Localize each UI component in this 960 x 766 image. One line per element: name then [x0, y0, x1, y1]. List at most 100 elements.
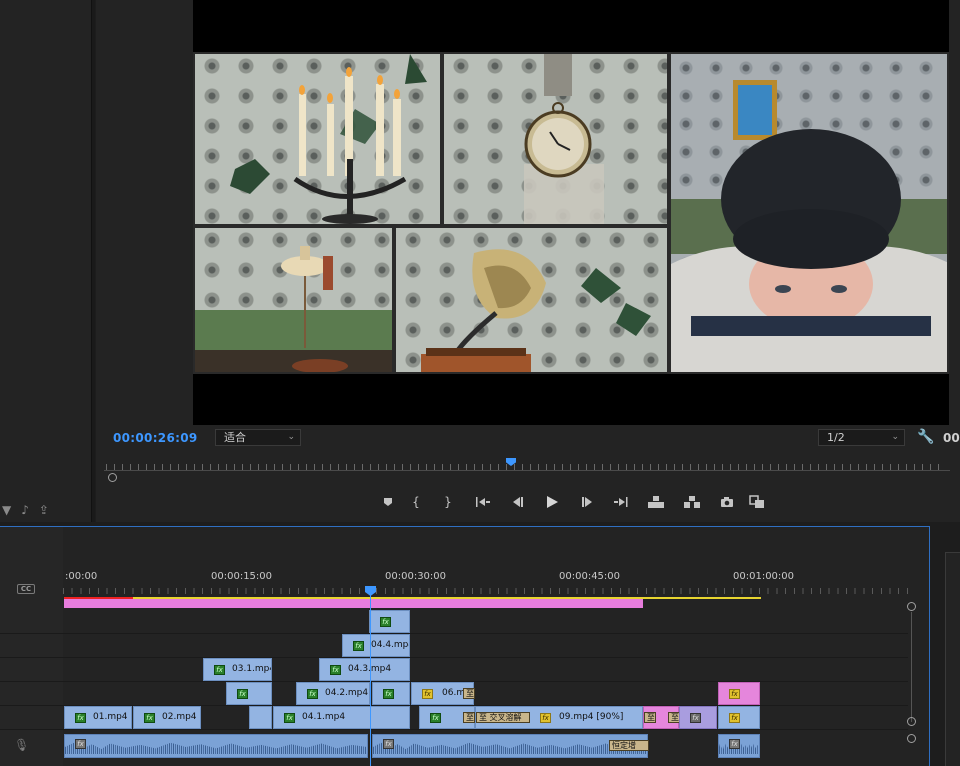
timeline-clip[interactable] — [249, 706, 272, 729]
fx-badge-icon: fx — [383, 689, 394, 699]
duration-timecode: 00 — [943, 431, 960, 445]
fx-badge-icon: fx — [144, 713, 155, 723]
timeline-clip[interactable]: fx 04.4.mp4 — [342, 634, 410, 657]
mark-in-icon[interactable]: { — [400, 493, 432, 511]
fx-badge-icon: fx — [307, 689, 318, 699]
step-back-icon[interactable] — [502, 493, 534, 511]
extract-icon[interactable] — [674, 493, 710, 511]
fx-badge-icon: fx — [284, 713, 295, 723]
timeline-clip[interactable]: fx 04.2.mp4 — [296, 682, 370, 705]
video-panel-pocket-watch — [442, 52, 669, 226]
go-to-in-icon[interactable] — [464, 493, 502, 511]
clip-name: 02.mp4 — [162, 712, 197, 722]
ruler-label: 00:00:30:00 — [385, 571, 447, 582]
audio-note-icon[interactable]: ♪ — [21, 503, 29, 517]
playback-resolution-select[interactable]: 1/2 ⌄ — [818, 429, 905, 446]
timeline-clip[interactable]: fx — [718, 682, 760, 705]
timeline-clip[interactable]: fx — [372, 682, 410, 705]
monitor-control-bar: 00:00:26:09 适合 ⌄ 1/2 ⌄ 🔧 00 — [0, 426, 960, 450]
audio-transition[interactable]: 恒定增 — [609, 740, 649, 751]
fx-badge-icon: fx — [380, 617, 391, 627]
audio-clip[interactable]: fx — [64, 734, 368, 758]
timeline-clip[interactable]: fx — [679, 706, 717, 729]
play-icon[interactable] — [534, 493, 570, 511]
compare-icon[interactable] — [744, 493, 770, 511]
timeline-ruler[interactable]: :00:00 00:00:15:00 00:00:30:00 00:00:45:… — [63, 566, 908, 598]
fx-badge-icon: fx — [383, 739, 394, 749]
clip-name: 04.1.mp4 — [302, 712, 346, 722]
fx-badge-icon: fx — [729, 713, 740, 723]
lift-icon[interactable] — [638, 493, 674, 511]
video-panel-boy — [669, 52, 949, 374]
mark-out-icon[interactable]: } — [432, 493, 464, 511]
audio-meter-panel — [933, 526, 960, 766]
video-panel-gramophone — [394, 226, 669, 374]
fx-badge-icon: fx — [690, 713, 701, 723]
fx-badge-icon: fx — [330, 665, 341, 675]
transport-controls: { } — [376, 492, 770, 512]
timeline-clip[interactable]: fx 01.mp4 — [64, 706, 132, 729]
video-panel-candles — [193, 52, 442, 226]
captions-icon[interactable]: CC — [17, 584, 35, 594]
zoom-level-select[interactable]: 适合 ⌄ — [215, 429, 301, 446]
fx-badge-icon: fx — [430, 713, 441, 723]
ruler-label: 00:00:45:00 — [559, 571, 621, 582]
go-to-out-icon[interactable] — [604, 493, 638, 511]
transition-marker[interactable]: 至 — [644, 712, 656, 723]
playback-resolution-value: 1/2 — [827, 431, 845, 444]
scroll-handle-bottom[interactable] — [907, 717, 916, 726]
clip-name: 09.mp4 [90%] — [559, 712, 624, 722]
audio-clip[interactable]: fx — [718, 734, 760, 758]
clip-name: 04.2.mp4 — [325, 688, 369, 698]
clip-name: 04.4.mp4 — [371, 640, 410, 650]
camera-icon[interactable] — [710, 493, 744, 511]
settings-wrench-icon[interactable]: 🔧 — [917, 429, 934, 445]
fx-badge-icon: fx — [729, 689, 740, 699]
fx-badge-icon: fx — [540, 713, 551, 723]
ruler-label: :00:00 — [65, 571, 98, 582]
fx-badge-icon: fx — [729, 739, 740, 749]
cross-dissolve-transition[interactable]: 至 交叉溶解 — [476, 712, 530, 723]
timeline-clip[interactable]: fx — [226, 682, 272, 705]
fx-badge-icon: fx — [237, 689, 248, 699]
audio-scroll-handle[interactable] — [907, 734, 916, 743]
chevron-down-icon: ⌄ — [287, 432, 295, 442]
fx-badge-icon: fx — [214, 665, 225, 675]
monitor-scrubber[interactable] — [104, 458, 954, 484]
marker-icon[interactable] — [376, 493, 400, 511]
render-bar-yellow — [133, 597, 761, 599]
render-bar-red — [64, 597, 133, 599]
scrubber-zoom-handle[interactable] — [108, 473, 117, 482]
timeline-clip[interactable]: fx — [718, 706, 760, 729]
timeline-clip[interactable]: fx 03.1.mp4 — [203, 658, 272, 681]
timeline-clip[interactable]: fx 04.3.mp4 — [319, 658, 410, 681]
clip-name: 06.m — [442, 688, 466, 698]
transition-marker[interactable]: 至 — [463, 712, 475, 723]
export-icon[interactable]: ⇪ — [39, 503, 49, 517]
playhead-timecode[interactable]: 00:00:26:09 — [113, 431, 198, 445]
timeline-playhead-line[interactable] — [370, 594, 371, 766]
audio-waveform — [65, 742, 367, 754]
scrubber-track — [104, 470, 950, 471]
audio-clip[interactable]: fx — [372, 734, 648, 758]
timeline-clip[interactable]: fx 04.1.mp4 — [273, 706, 410, 729]
zoom-level-value: 适合 — [224, 431, 246, 444]
ruler-label: 00:01:00:00 — [733, 571, 795, 582]
step-forward-icon[interactable] — [570, 493, 604, 511]
audio-waveform — [373, 742, 647, 754]
scroll-handle-top[interactable] — [907, 602, 916, 611]
video-panel-lamp — [193, 226, 394, 374]
timeline-vertical-scrollbar[interactable] — [906, 600, 918, 766]
fx-badge-icon: fx — [75, 713, 86, 723]
timeline-clip[interactable]: fx — [369, 610, 410, 633]
timeline-clip[interactable]: fx 02.mp4 — [133, 706, 201, 729]
filter-icon[interactable]: ▼ — [2, 503, 11, 517]
track-headers — [0, 527, 63, 766]
left-panel-toolbar: ▼ ♪ ⇪ — [2, 503, 49, 517]
clip-name: 01.mp4 — [93, 712, 128, 722]
microphone-icon[interactable]: 🎙 — [14, 738, 29, 752]
fx-badge-icon: fx — [353, 641, 364, 651]
transition-marker[interactable]: 至 — [463, 688, 475, 699]
fx-badge-icon: fx — [75, 739, 86, 749]
chevron-down-icon: ⌄ — [891, 432, 899, 442]
